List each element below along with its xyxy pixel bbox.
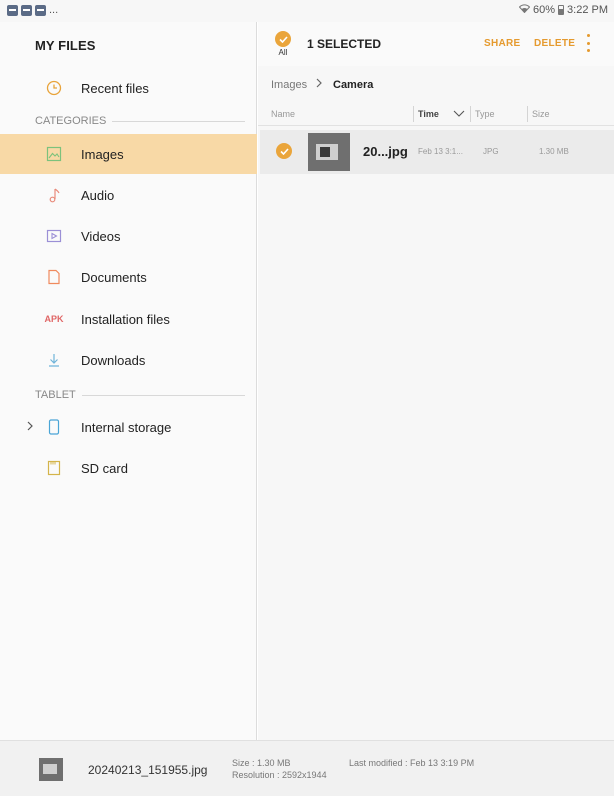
selected-count: 1 SELECTED [307, 37, 382, 51]
breadcrumb-camera[interactable]: Camera [333, 79, 373, 91]
notification-icon [7, 5, 18, 16]
sidebar-item-label: SD card [81, 460, 128, 476]
select-all-checkbox[interactable]: All [274, 31, 292, 59]
details-footer: 20240213_151955.jpg Size : 1.30 MB Resol… [0, 740, 614, 796]
sidebar: MY FILES Recent files CATEGORIES Images … [0, 22, 257, 740]
image-icon [44, 144, 64, 164]
section-header-tablet: TABLET [35, 389, 245, 401]
chevron-right-icon[interactable] [26, 420, 34, 434]
sidebar-item-downloads[interactable]: Downloads [0, 340, 257, 380]
notification-icons: ... [7, 5, 58, 16]
file-row[interactable]: 20...jpg Feb 13 3:1... JPG 1.30 MB [260, 130, 614, 174]
sidebar-item-label: Audio [81, 187, 115, 203]
column-type[interactable]: Type [475, 109, 495, 119]
sidebar-item-label: Installation files [81, 311, 170, 327]
sidebar-title: MY FILES [35, 38, 96, 53]
file-thumbnail [308, 133, 350, 171]
footer-last-modified: Last modified : Feb 13 3:19 PM [349, 758, 475, 768]
footer-resolution: Resolution : 2592x1944 [232, 770, 327, 780]
sort-descending-icon[interactable] [453, 106, 465, 118]
video-icon [44, 226, 64, 246]
column-name[interactable]: Name [271, 109, 295, 119]
sidebar-item-label: Downloads [81, 352, 146, 368]
column-divider [527, 106, 528, 122]
sidebar-item-internal-storage[interactable]: Internal storage [0, 407, 257, 447]
apk-icon: APK [44, 314, 64, 324]
sidebar-item-documents[interactable]: Documents [0, 257, 257, 297]
main-pane: All 1 SELECTED SHARE DELETE Images Camer… [258, 22, 614, 740]
download-icon [44, 350, 64, 370]
file-name: 20...jpg [363, 144, 408, 159]
clock-icon [44, 78, 64, 98]
sidebar-item-audio[interactable]: Audio [0, 175, 257, 215]
column-divider [470, 106, 471, 122]
music-note-icon [44, 185, 64, 205]
file-size: 1.30 MB [539, 147, 569, 156]
column-time[interactable]: Time [418, 109, 439, 119]
wifi-icon [518, 4, 531, 16]
status-right: 60% 3:22 PM [518, 4, 608, 16]
row-checkbox[interactable] [276, 143, 292, 159]
file-type: JPG [483, 147, 499, 156]
tablet-icon [44, 417, 64, 437]
sidebar-item-sd-card[interactable]: SD card [0, 448, 257, 488]
file-time: Feb 13 3:1... [418, 147, 463, 156]
more-options-icon[interactable] [584, 34, 592, 52]
column-size[interactable]: Size [532, 109, 550, 119]
selection-toolbar: All 1 SELECTED SHARE DELETE [258, 22, 614, 66]
notification-icon [35, 5, 46, 16]
sidebar-item-recent-files[interactable]: Recent files [0, 68, 257, 108]
sidebar-item-label: Internal storage [81, 419, 172, 435]
battery-icon [558, 5, 565, 15]
sidebar-item-videos[interactable]: Videos [0, 216, 257, 256]
clock: 3:22 PM [567, 4, 608, 16]
sidebar-item-label: Recent files [81, 80, 149, 96]
more-notifications: ... [49, 4, 59, 16]
delete-button[interactable]: DELETE [534, 38, 575, 49]
footer-thumbnail [39, 758, 63, 781]
status-bar: ... 60% 3:22 PM [0, 0, 614, 22]
select-all-label: All [278, 48, 288, 57]
chevron-right-icon [315, 77, 323, 92]
breadcrumb-images[interactable]: Images [271, 79, 307, 91]
document-icon [44, 267, 64, 287]
battery-percent: 60% [533, 4, 556, 16]
notification-icon [21, 5, 32, 16]
sidebar-item-label: Documents [81, 269, 147, 285]
footer-size: Size : 1.30 MB [232, 758, 291, 768]
sidebar-item-label: Videos [81, 228, 121, 244]
breadcrumb: Images Camera [258, 66, 614, 102]
column-header: Name Time Type Size [258, 102, 614, 126]
footer-file-name: 20240213_151955.jpg [88, 763, 208, 777]
sd-card-icon [44, 458, 64, 478]
column-divider [413, 106, 414, 122]
section-header-categories: CATEGORIES [35, 115, 245, 127]
sidebar-item-label: Images [81, 146, 124, 162]
share-button[interactable]: SHARE [484, 38, 521, 49]
check-icon [275, 31, 291, 47]
sidebar-item-images[interactable]: Images [0, 134, 257, 174]
sidebar-item-installation-files[interactable]: APK Installation files [0, 299, 257, 339]
